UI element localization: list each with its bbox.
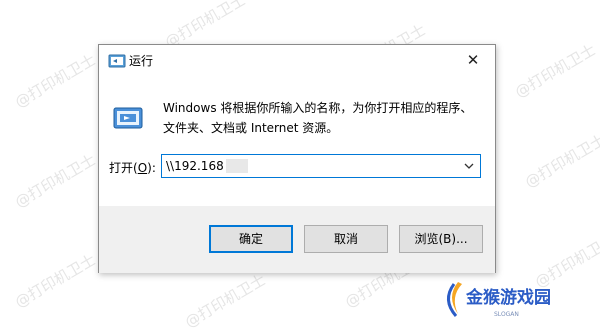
close-icon[interactable]: ✕	[451, 45, 495, 75]
site-logo: 金猴游戏园 SLOGAN	[440, 272, 560, 322]
button-bar: 确定 取消 浏览(B)...	[99, 206, 495, 273]
cancel-button[interactable]: 取消	[304, 225, 388, 253]
watermark: @打印机卫士	[511, 40, 599, 102]
logo-text: 金猴游戏园	[465, 287, 551, 308]
logo-slogan: SLOGAN	[494, 311, 519, 318]
run-icon	[108, 54, 126, 68]
run-icon	[113, 107, 143, 129]
browse-button[interactable]: 浏览(B)...	[399, 225, 483, 253]
watermark: @打印机卫士	[181, 270, 269, 332]
ok-button[interactable]: 确定	[209, 225, 293, 253]
dialog-title: 运行	[129, 54, 154, 68]
watermark: @打印机卫士	[11, 250, 99, 312]
description-line: Windows 将根据你所输入的名称，为你打开相应的程序、	[163, 101, 473, 115]
watermark: @打印机卫士	[521, 130, 600, 192]
redacted-text	[226, 159, 248, 173]
run-dialog: 运行 ✕ Windows 将根据你所输入的名称，为你打开相应的程序、 文件夹、文…	[98, 44, 496, 273]
open-input[interactable]: \\192.168	[166, 159, 224, 173]
watermark: @打印机卫士	[11, 50, 99, 112]
open-combobox[interactable]: \\192.168	[161, 154, 481, 178]
dialog-body: Windows 将根据你所输入的名称，为你打开相应的程序、 文件夹、文档或 In…	[99, 76, 495, 206]
logo-mark-icon: 金猴游戏园 SLOGAN	[447, 282, 551, 318]
chevron-down-icon[interactable]	[463, 158, 475, 174]
watermark: @打印机卫士	[11, 150, 99, 212]
description-line: 文件夹、文档或 Internet 资源。	[163, 121, 339, 135]
description: Windows 将根据你所输入的名称，为你打开相应的程序、 文件夹、文档或 In…	[163, 98, 483, 138]
open-label: 打开(O):	[109, 161, 156, 175]
title-bar[interactable]: 运行 ✕	[99, 45, 495, 76]
